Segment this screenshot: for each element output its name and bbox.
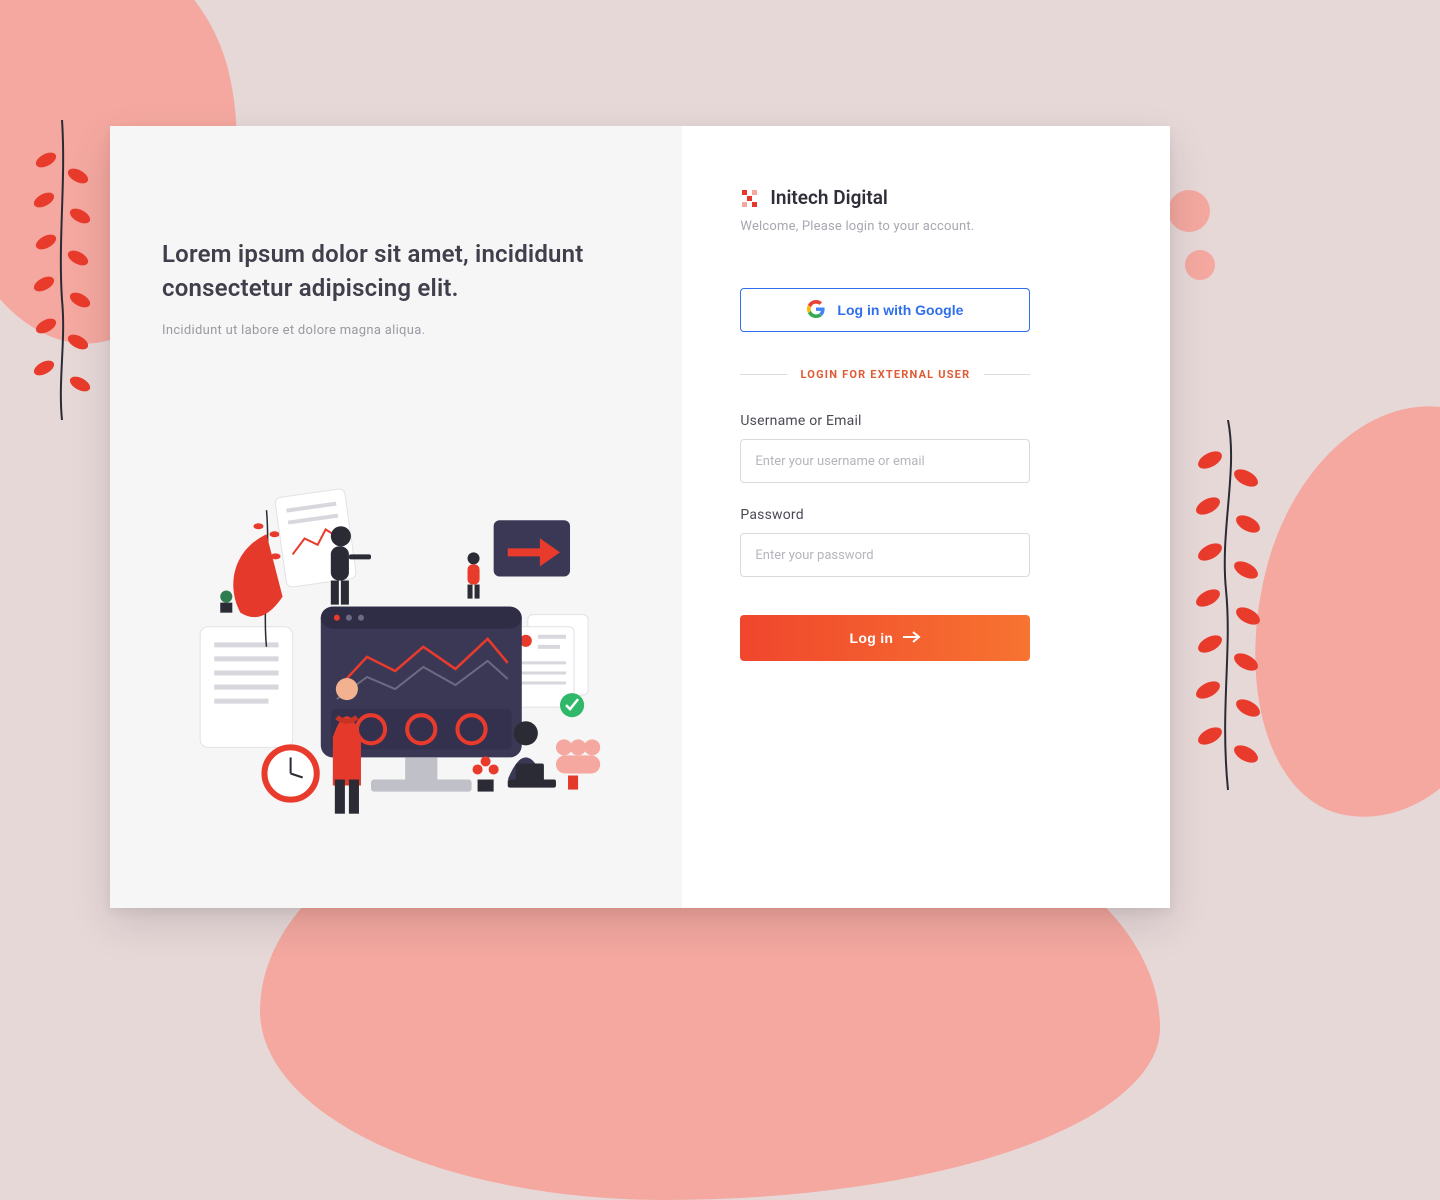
brand-name: Initech Digital — [770, 186, 887, 209]
arrow-right-icon — [903, 630, 921, 646]
hero-title: Lorem ipsum dolor sit amet, incididunt c… — [162, 238, 622, 305]
login-panel: Initech Digital Welcome, Please login to… — [682, 126, 1170, 908]
google-login-button[interactable]: Log in with Google — [740, 288, 1030, 332]
decorative-branch — [1180, 420, 1270, 790]
background-dot — [1168, 190, 1210, 232]
divider-label: LOGIN FOR EXTERNAL USER — [801, 368, 971, 381]
username-input[interactable] — [740, 439, 1030, 483]
hero-illustration — [170, 446, 642, 908]
google-login-label: Log in with Google — [837, 302, 963, 318]
welcome-text: Welcome, Please login to your account. — [740, 219, 1112, 234]
external-login-divider: LOGIN FOR EXTERNAL USER — [740, 368, 1030, 381]
username-label: Username or Email — [740, 413, 1112, 429]
brand: Initech Digital — [740, 186, 1112, 209]
login-button-label: Log in — [850, 630, 894, 646]
login-button[interactable]: Log in — [740, 615, 1030, 661]
google-icon — [807, 300, 825, 321]
login-card: Lorem ipsum dolor sit amet, incididunt c… — [110, 126, 1170, 908]
background-dot — [1185, 250, 1215, 280]
password-label: Password — [740, 507, 1112, 523]
background-blob — [1213, 375, 1440, 845]
hero-panel: Lorem ipsum dolor sit amet, incididunt c… — [110, 126, 682, 908]
hero-subtitle: Incididunt ut labore et dolore magna ali… — [162, 323, 630, 338]
brand-logo-icon — [740, 188, 760, 208]
password-input[interactable] — [740, 533, 1030, 577]
